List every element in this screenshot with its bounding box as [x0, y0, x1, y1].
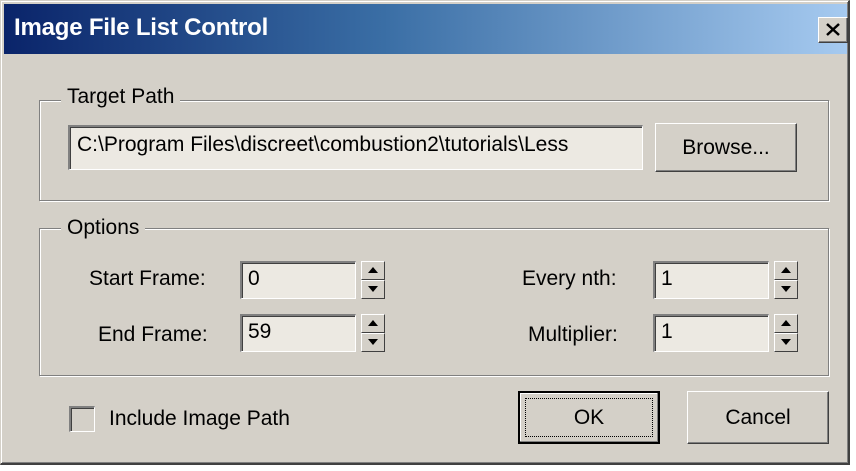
end-frame-label: End Frame: [98, 323, 208, 346]
every-nth-spin-up[interactable] [774, 261, 798, 280]
start-frame-spinner[interactable] [361, 261, 385, 299]
every-nth-spinner[interactable] [774, 261, 798, 299]
options-group [39, 228, 829, 376]
every-nth-value: 1 [661, 267, 673, 290]
cancel-label: Cancel [725, 405, 791, 429]
target-path-field[interactable]: C:\Program Files\discreet\combustion2\tu… [68, 125, 643, 170]
include-image-path-label[interactable]: Include Image Path [109, 407, 290, 431]
browse-label: Browse... [682, 135, 770, 159]
browse-button[interactable]: Browse... [655, 123, 797, 172]
multiplier-field[interactable]: 1 [653, 314, 769, 352]
end-frame-spinner[interactable] [361, 314, 385, 352]
arrow-down-icon [781, 339, 791, 345]
end-frame-field[interactable]: 59 [240, 314, 356, 352]
arrow-down-icon [368, 339, 378, 345]
start-frame-value: 0 [248, 267, 260, 290]
start-frame-field[interactable]: 0 [240, 261, 356, 299]
arrow-down-icon [368, 286, 378, 292]
multiplier-label: Multiplier: [528, 323, 618, 346]
end-frame-value: 59 [248, 320, 272, 343]
start-frame-label: Start Frame: [89, 267, 206, 290]
multiplier-spin-up[interactable] [774, 314, 798, 333]
arrow-up-icon [368, 320, 378, 326]
every-nth-spin-down[interactable] [774, 280, 798, 299]
end-frame-spin-up[interactable] [361, 314, 385, 333]
ok-button[interactable]: OK [518, 391, 660, 444]
multiplier-spinner[interactable] [774, 314, 798, 352]
multiplier-spin-down[interactable] [774, 333, 798, 352]
title-bar[interactable]: Image File List Control [4, 4, 848, 54]
multiplier-value: 1 [661, 320, 673, 343]
focus-indicator [525, 398, 653, 437]
options-legend: Options [61, 216, 146, 240]
include-image-path-checkbox[interactable] [69, 406, 95, 432]
close-icon [826, 23, 840, 36]
target-path-value: C:\Program Files\discreet\combustion2\tu… [77, 133, 569, 156]
cancel-button[interactable]: Cancel [687, 391, 829, 444]
target-path-legend: Target Path [61, 85, 181, 109]
close-button[interactable] [818, 17, 848, 43]
start-frame-spin-down[interactable] [361, 280, 385, 299]
end-frame-spin-down[interactable] [361, 333, 385, 352]
arrow-down-icon [781, 286, 791, 292]
window-title: Image File List Control [14, 14, 269, 41]
every-nth-label: Every nth: [522, 267, 617, 290]
arrow-up-icon [781, 320, 791, 326]
dialog-window: Image File List Control Target Path C:\P… [0, 0, 850, 465]
arrow-up-icon [781, 267, 791, 273]
every-nth-field[interactable]: 1 [653, 261, 769, 299]
start-frame-spin-up[interactable] [361, 261, 385, 280]
arrow-up-icon [368, 267, 378, 273]
